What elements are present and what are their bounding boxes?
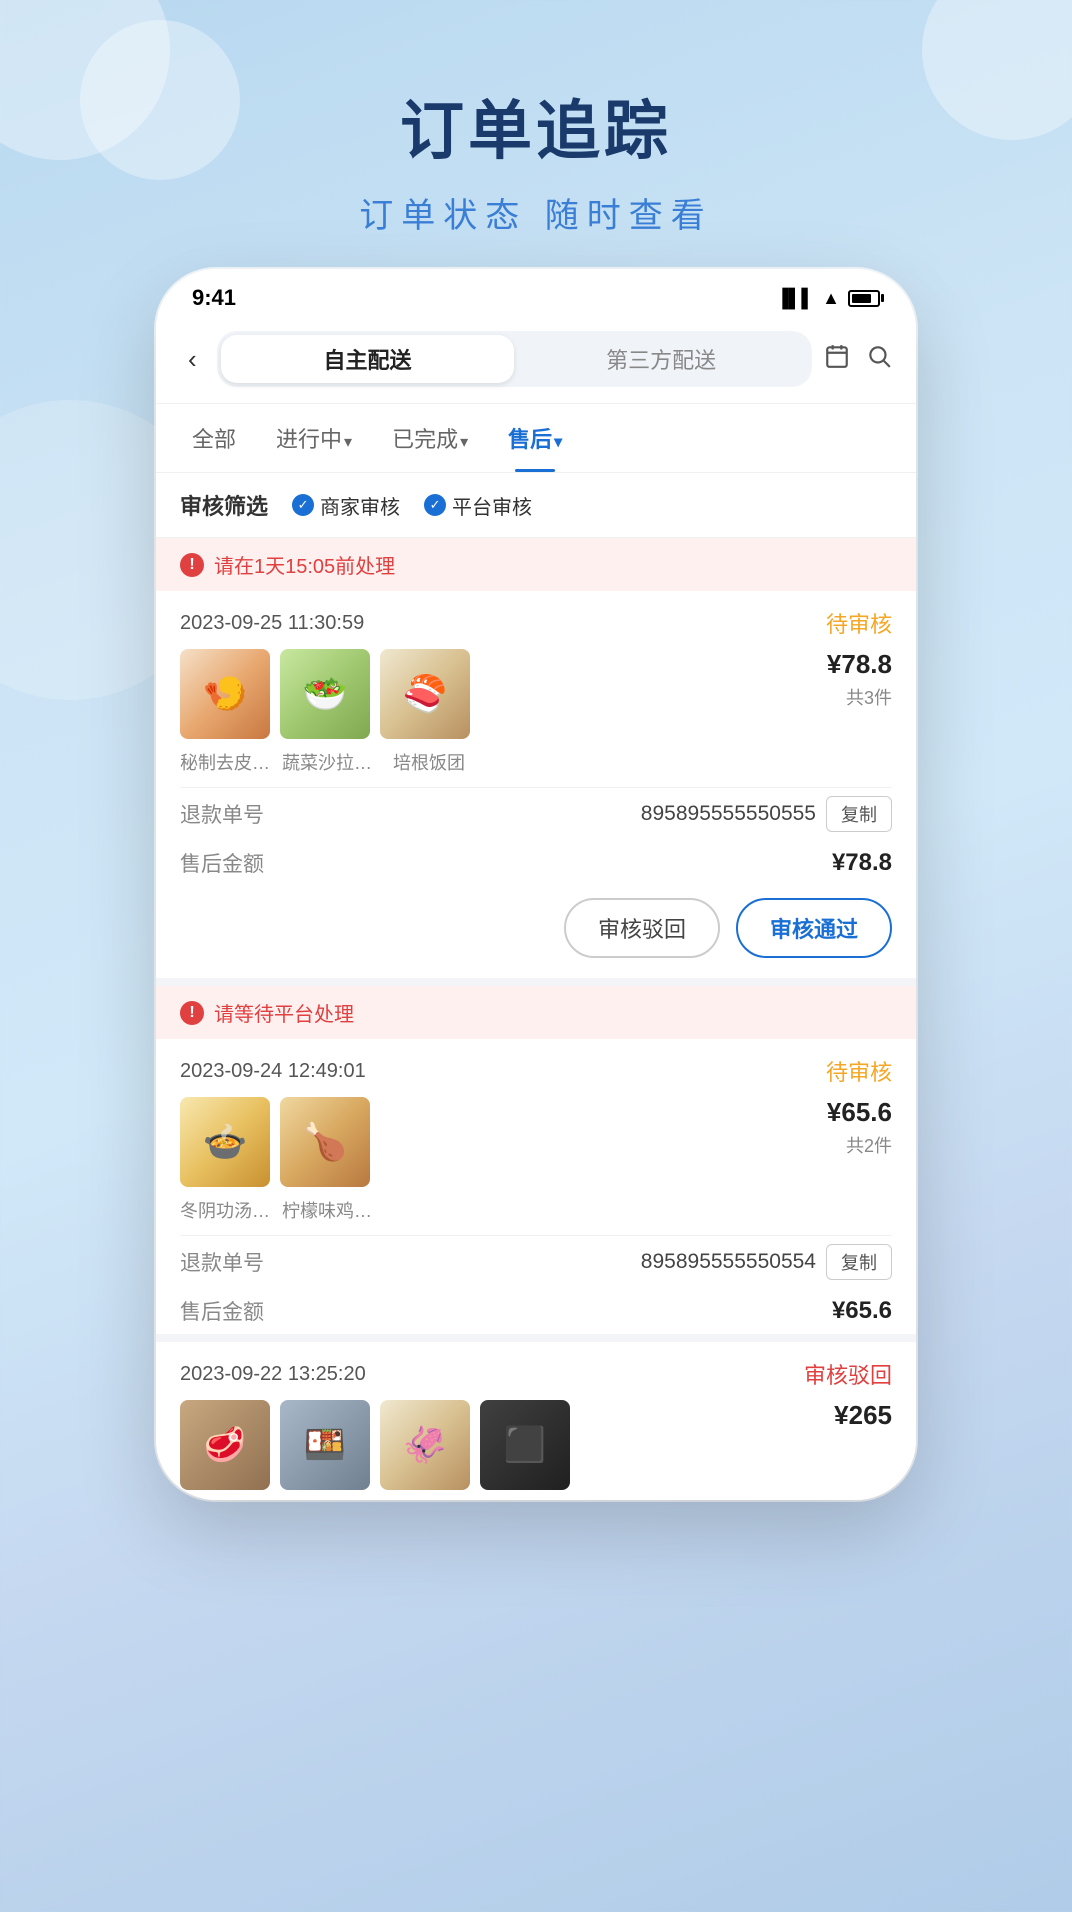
bg-decoration-2 (80, 20, 240, 180)
filter-tab-aftersale[interactable]: 售后▾ (488, 404, 582, 472)
header-section: 订单追踪 订单状态 随时查看 (359, 0, 712, 237)
refund-value-2: 895895555550554 复制 (641, 1244, 892, 1280)
audit-filter: 审核筛选 ✓ 商家审核 ✓ 平台审核 (156, 473, 916, 538)
bg-decoration-3 (922, 0, 1072, 140)
main-title: 订单追踪 (359, 80, 712, 172)
food-images-2: 🍲 🍗 (180, 1097, 370, 1187)
amount-row-2: 售后金额 ¥65.6 (156, 1288, 916, 1334)
food-count-1: 共3件 (827, 684, 892, 710)
platform-audit-chip[interactable]: ✓ 平台审核 (424, 491, 532, 520)
food-images-1: 🍤 🥗 🍣 (180, 649, 470, 739)
food-count-2: 共2件 (827, 1132, 892, 1158)
amount-label-2: 售后金额 (180, 1296, 264, 1326)
alert-icon-2: ! (180, 1001, 204, 1025)
order-header-3: 2023-09-22 13:25:20 审核驳回 (156, 1342, 916, 1400)
status-icons: ▐▌▌ ▲ (776, 288, 880, 309)
copy-button-1[interactable]: 复制 (826, 796, 892, 832)
alert-text-1: 请在1天15:05前处理 (214, 550, 395, 579)
food-price-col-1: ¥78.8 共3件 (827, 649, 892, 710)
phone-mockup: 9:41 ▐▌▌ ▲ ‹ 自主配送 第三方配送 (156, 269, 916, 1500)
delivery-tab-switcher: 自主配送 第三方配送 (217, 331, 812, 387)
order-date-1: 2023-09-25 11:30:59 (180, 612, 364, 635)
audit-filter-label: 审核筛选 (180, 489, 268, 521)
nav-bar: ‹ 自主配送 第三方配送 (156, 319, 916, 404)
amount-label-1: 售后金额 (180, 848, 264, 878)
order-card-1: ! 请在1天15:05前处理 2023-09-25 11:30:59 待审核 🍤… (156, 538, 916, 986)
merchant-audit-check: ✓ (292, 494, 314, 516)
food-price-3: ¥265 (834, 1400, 892, 1431)
filter-tabs: 全部 进行中▾ 已完成▾ 售后▾ (156, 404, 916, 473)
food-image-seafood: 🦑 (380, 1400, 470, 1490)
wifi-icon: ▲ (822, 288, 840, 309)
food-images-3: 🥩 🍱 🦑 ⬛ (180, 1400, 570, 1490)
refund-value-1: 895895555550555 复制 (641, 796, 892, 832)
status-time: 9:41 (192, 285, 236, 311)
alert-banner-1: ! 请在1天15:05前处理 (156, 538, 916, 591)
amount-value-1: ¥78.8 (832, 849, 892, 877)
order-card-3: 2023-09-22 13:25:20 审核驳回 🥩 🍱 🦑 ⬛ ¥265 (156, 1342, 916, 1500)
food-names-1: 秘制去皮虾... 蔬菜沙拉拼... 培根饭团 (156, 749, 916, 787)
order-header-1: 2023-09-25 11:30:59 待审核 (156, 591, 916, 649)
approve-button-1[interactable]: 审核通过 (736, 898, 892, 958)
food-image-soup: 🍲 (180, 1097, 270, 1187)
food-image-sushi: 🍣 (380, 649, 470, 739)
search-icon[interactable] (866, 343, 892, 376)
copy-button-2[interactable]: 复制 (826, 1244, 892, 1280)
order-header-2: 2023-09-24 12:49:01 待审核 (156, 1039, 916, 1097)
alert-icon-1: ! (180, 553, 204, 577)
food-items-1: 🍤 🥗 🍣 ¥78.8 共3件 (156, 649, 916, 749)
alert-banner-2: ! 请等待平台处理 (156, 986, 916, 1039)
refund-label-1: 退款单号 (180, 799, 264, 829)
food-name-sushi: 培根饭团 (384, 749, 474, 775)
food-price-1: ¥78.8 (827, 649, 892, 680)
signal-icon: ▐▌▌ (776, 288, 814, 309)
amount-row-1: 售后金额 ¥78.8 (156, 840, 916, 886)
sub-title: 订单状态 随时查看 (359, 188, 712, 237)
food-names-2: 冬阴功汤河... 柠檬味鸡肉... (156, 1197, 916, 1235)
self-delivery-tab[interactable]: 自主配送 (221, 335, 515, 383)
order-date-3: 2023-09-22 13:25:20 (180, 1363, 366, 1386)
filter-tab-completed[interactable]: 已完成▾ (372, 404, 488, 472)
order-status-1: 待审核 (826, 607, 892, 639)
order-status-2: 待审核 (826, 1055, 892, 1087)
food-image-chicken: 🍗 (280, 1097, 370, 1187)
action-buttons-1: 审核驳回 审核通过 (156, 886, 916, 978)
reject-button-1[interactable]: 审核驳回 (564, 898, 720, 958)
food-price-col-3: ¥265 (834, 1400, 892, 1431)
calendar-icon[interactable] (824, 343, 850, 376)
food-items-2: 🍲 🍗 ¥65.6 共2件 (156, 1097, 916, 1197)
food-image-meat: 🥩 (180, 1400, 270, 1490)
food-image-dark: ⬛ (480, 1400, 570, 1490)
filter-tab-all[interactable]: 全部 (172, 404, 256, 472)
merchant-audit-chip[interactable]: ✓ 商家审核 (292, 491, 400, 520)
food-image-shrimp: 🍤 (180, 649, 270, 739)
order-date-2: 2023-09-24 12:49:01 (180, 1060, 366, 1083)
food-name-shrimp: 秘制去皮虾... (180, 749, 270, 775)
food-image-bento: 🍱 (280, 1400, 370, 1490)
order-list[interactable]: ! 请在1天15:05前处理 2023-09-25 11:30:59 待审核 🍤… (156, 538, 916, 1500)
order-status-3: 审核驳回 (804, 1358, 892, 1390)
alert-text-2: 请等待平台处理 (214, 998, 354, 1027)
refund-label-2: 退款单号 (180, 1247, 264, 1277)
food-price-2: ¥65.6 (827, 1097, 892, 1128)
food-price-col-2: ¥65.6 共2件 (827, 1097, 892, 1158)
order-card-2: ! 请等待平台处理 2023-09-24 12:49:01 待审核 🍲 🍗 ¥6… (156, 986, 916, 1342)
refund-no-row-1: 退款单号 895895555550555 复制 (156, 788, 916, 840)
food-name-soup: 冬阴功汤河... (180, 1197, 270, 1223)
back-button[interactable]: ‹ (180, 340, 205, 379)
food-image-salad: 🥗 (280, 649, 370, 739)
nav-icons (824, 343, 892, 376)
refund-no-row-2: 退款单号 895895555550554 复制 (156, 1236, 916, 1288)
food-name-salad: 蔬菜沙拉拼... (282, 749, 372, 775)
food-name-chicken: 柠檬味鸡肉... (282, 1197, 372, 1223)
amount-value-2: ¥65.6 (832, 1297, 892, 1325)
third-party-delivery-tab[interactable]: 第三方配送 (514, 335, 808, 383)
filter-tab-inprogress[interactable]: 进行中▾ (256, 404, 372, 472)
battery-icon (848, 290, 880, 307)
food-items-3: 🥩 🍱 🦑 ⬛ ¥265 (156, 1400, 916, 1500)
platform-audit-check: ✓ (424, 494, 446, 516)
status-bar: 9:41 ▐▌▌ ▲ (156, 269, 916, 319)
